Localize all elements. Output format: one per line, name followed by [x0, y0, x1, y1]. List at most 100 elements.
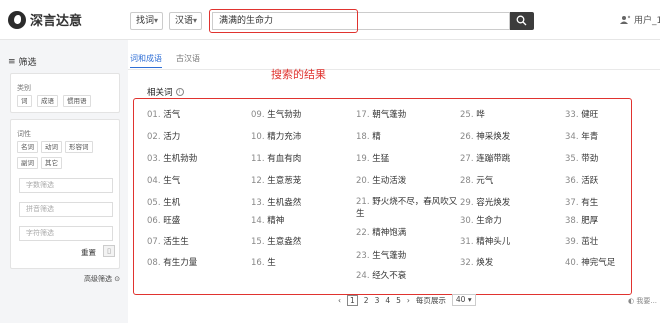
page-button[interactable]: 4 [385, 296, 390, 305]
chip-pos[interactable]: 名词 [17, 141, 38, 153]
related-word-item[interactable]: 40. 神完气足 [565, 256, 615, 268]
chip-pos[interactable]: 形容词 [65, 141, 93, 153]
related-word-item[interactable]: 26. 神采焕发 [460, 130, 510, 142]
language-select[interactable]: 汉语 ▾ [169, 12, 202, 30]
advanced-filter-link[interactable]: 高级筛选 ⊙ [84, 274, 120, 284]
related-word-text: 野火烧不尽，春风吹又生 [356, 197, 458, 219]
related-word-item[interactable]: 09. 生气勃勃 [251, 108, 301, 120]
pinyin-filter-input[interactable]: 拼音筛选 [19, 202, 113, 217]
related-word-text: 生 [267, 258, 276, 268]
related-word-item[interactable]: 15. 生意盎然 [251, 235, 301, 247]
related-word-number: 07. [147, 237, 161, 247]
related-word-item[interactable]: 01. 活气 [147, 108, 180, 120]
related-word-text: 生机勃勃 [163, 154, 198, 164]
related-word-item[interactable]: 12. 生意葱茏 [251, 174, 301, 186]
related-word-text: 哗 [476, 110, 485, 120]
related-word-item[interactable]: 35. 带劲 [565, 152, 598, 164]
related-word-text: 有血有肉 [267, 154, 302, 164]
related-word-text: 精神 [267, 216, 285, 226]
user-menu[interactable]: 用户_1 [620, 13, 660, 26]
per-page-select[interactable]: 40 ▾ [451, 294, 476, 306]
related-word-number: 33. [565, 110, 579, 120]
related-word-item[interactable]: 36. 活跃 [565, 174, 598, 186]
related-word-item[interactable]: 11. 有血有肉 [251, 152, 301, 164]
related-word-item[interactable]: 04. 生气 [147, 174, 180, 186]
related-word-item[interactable]: 34. 年青 [565, 130, 598, 142]
related-word-item[interactable]: 16. 生 [251, 256, 276, 268]
related-word-number: 12. [251, 176, 265, 186]
chip-pos[interactable]: 其它 [41, 157, 62, 169]
related-word-text: 生气蓬勃 [372, 251, 407, 261]
related-word-item[interactable]: 10. 精力充沛 [251, 130, 301, 142]
character-filter-input[interactable]: 字符筛选 [19, 226, 113, 241]
related-word-item[interactable]: 23. 生气蓬勃 [356, 249, 406, 261]
related-word-text: 生意盎然 [267, 237, 302, 247]
chip-pos[interactable]: 副词 [17, 157, 38, 169]
prev-page-button[interactable]: ‹ [338, 296, 341, 305]
related-words-label: 相关词 [147, 88, 173, 98]
reset-button[interactable]: 重置 [81, 247, 96, 258]
page-button[interactable]: 3 [375, 296, 380, 305]
page-button-current[interactable]: 1 [347, 294, 358, 306]
chevron-down-icon: ▾ [153, 16, 158, 25]
related-word-item[interactable]: 27. 连蹦带跳 [460, 152, 510, 164]
related-word-item[interactable]: 02. 活力 [147, 130, 180, 142]
related-word-item[interactable]: 24. 经久不衰 [356, 269, 406, 281]
annotation-label: 搜索的结果 [271, 68, 326, 81]
related-word-item[interactable]: 08. 有生力量 [147, 256, 197, 268]
page-button[interactable]: 5 [396, 296, 401, 305]
related-word-item[interactable]: 17. 朝气蓬勃 [356, 108, 406, 120]
related-word-item[interactable]: 14. 精神 [251, 214, 284, 226]
related-word-item[interactable]: 38. 肥厚 [565, 214, 598, 226]
related-word-item[interactable]: 33. 健旺 [565, 108, 598, 120]
related-word-text: 生气 [163, 176, 181, 186]
related-word-item[interactable]: 30. 生命力 [460, 214, 502, 226]
related-word-item[interactable]: 19. 生猛 [356, 152, 389, 164]
logo[interactable]: 深言达意 [8, 10, 82, 29]
page-button[interactable]: 2 [364, 296, 369, 305]
next-page-button[interactable]: › [407, 296, 410, 305]
related-word-item[interactable]: 22. 精神饱满 [356, 226, 406, 238]
related-word-text: 精力充沛 [267, 132, 302, 142]
related-word-number: 38. [565, 216, 579, 226]
related-word-item[interactable]: 18. 精 [356, 130, 381, 142]
related-word-text: 经久不衰 [372, 271, 407, 281]
related-word-number: 37. [565, 198, 579, 208]
related-word-item[interactable]: 20. 生动活泼 [356, 174, 406, 186]
related-word-number: 30. [460, 216, 474, 226]
related-word-item[interactable]: 39. 茁壮 [565, 235, 598, 247]
footer-tip[interactable]: ◐ 我要... [628, 296, 657, 306]
related-word-item[interactable]: 13. 生机盎然 [251, 196, 301, 208]
chip-category[interactable]: 词 [17, 95, 32, 107]
chip-category[interactable]: 惯用语 [63, 95, 91, 107]
related-word-item[interactable]: 37. 有生 [565, 196, 598, 208]
related-word-item[interactable]: 31. 精神头儿 [460, 235, 510, 247]
related-word-item[interactable]: 29. 容光焕发 [460, 196, 510, 208]
chip-pos[interactable]: 动词 [41, 141, 62, 153]
related-word-number: 25. [460, 110, 474, 120]
info-icon[interactable]: i [175, 88, 184, 96]
related-word-item[interactable]: 03. 生机勃勃 [147, 152, 197, 164]
pos-filter-box: 词性 名词 动词 形容词 副词 其它 字数筛选 拼音筛选 字符筛选 重置 ▯ [10, 119, 120, 269]
related-word-item[interactable]: 21. 野火烧不尽，春风吹又生 [356, 196, 460, 220]
tab-classical-chinese[interactable]: 古汉语 [176, 53, 200, 68]
related-word-text: 健旺 [581, 110, 599, 120]
related-word-item[interactable]: 25. 哗 [460, 108, 485, 120]
related-word-number: 27. [460, 154, 474, 164]
search-button[interactable] [510, 12, 534, 30]
chip-category[interactable]: 成语 [37, 95, 58, 107]
related-word-item[interactable]: 06. 旺盛 [147, 214, 180, 226]
related-word-item[interactable]: 28. 元气 [460, 174, 493, 186]
mode-select[interactable]: 找词 ▾ [130, 12, 163, 30]
related-word-number: 09. [251, 110, 265, 120]
related-word-text: 生机盎然 [267, 198, 302, 208]
filter-sidebar: ≡ 筛选 类别 词 成语 惯用语 词性 名词 动词 形容词 副词 其它 字数筛选… [0, 40, 128, 323]
word-count-filter-input[interactable]: 字数筛选 [19, 178, 113, 193]
related-word-item[interactable]: 07. 活生生 [147, 235, 189, 247]
related-word-item[interactable]: 05. 生机 [147, 196, 180, 208]
related-word-item[interactable]: 32. 焕发 [460, 256, 493, 268]
related-word-number: 31. [460, 237, 474, 247]
tab-words-idioms[interactable]: 词和成语 [130, 53, 162, 68]
logo-icon [8, 10, 26, 29]
clear-icon[interactable]: ▯ [103, 245, 115, 257]
